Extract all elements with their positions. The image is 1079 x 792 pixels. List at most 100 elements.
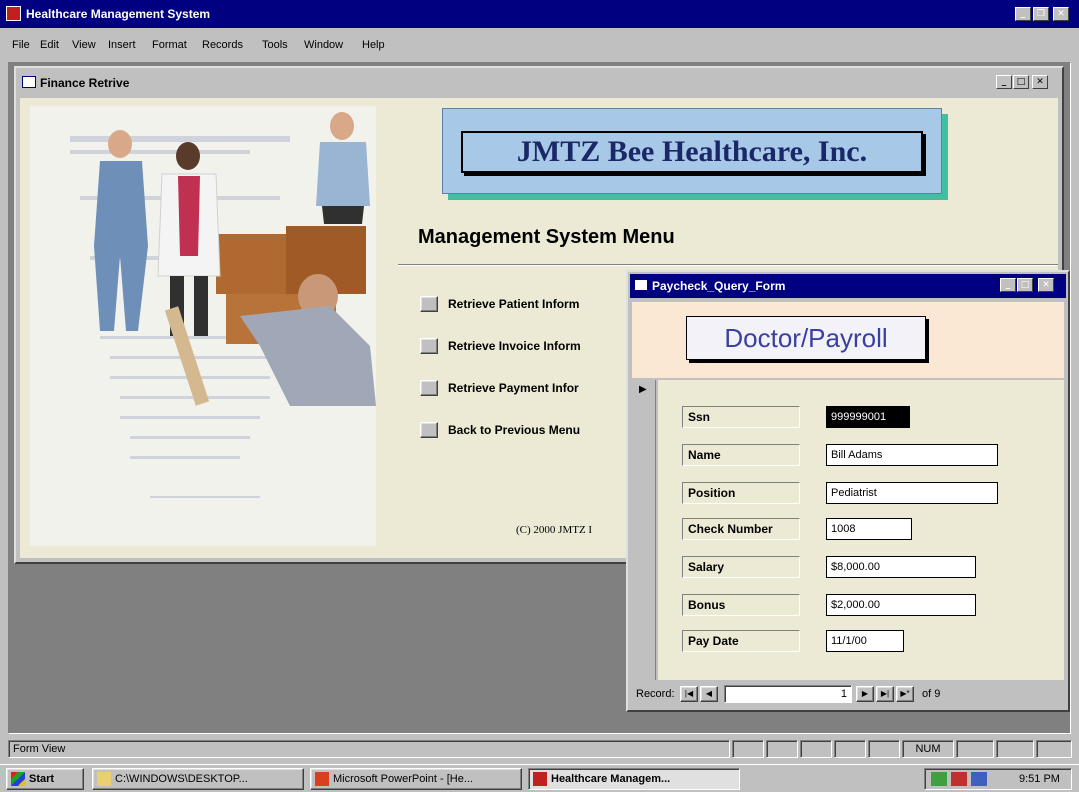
close-icon[interactable]: ✕	[1032, 75, 1048, 89]
retrieve-invoice-button[interactable]	[420, 338, 438, 354]
start-label: Start	[29, 773, 55, 785]
menu-tools[interactable]: Tools	[262, 39, 288, 51]
form-icon	[22, 76, 36, 88]
salary-label: Salary	[682, 556, 800, 578]
restore-icon[interactable]: ❐	[1033, 7, 1049, 21]
minimize-icon[interactable]: _	[1015, 7, 1031, 21]
finance-window-title-bar[interactable]: Finance Retrive _ □ ✕	[18, 70, 1060, 96]
maximize-icon[interactable]: □	[1013, 75, 1029, 89]
app-title: Healthcare Management System	[26, 7, 211, 21]
copyright-text: (C) 2000 JMTZ I	[516, 524, 593, 536]
ssn-label: Ssn	[682, 406, 800, 428]
status-cell	[868, 740, 900, 758]
ssn-field[interactable]: 999999001	[826, 406, 910, 428]
current-record-arrow-icon: ▶	[639, 384, 647, 395]
record-selector[interactable]: ▶	[632, 380, 656, 680]
minimize-icon[interactable]: _	[1000, 278, 1016, 292]
network-icon[interactable]	[931, 772, 947, 786]
check-number-label: Check Number	[682, 518, 800, 540]
taskbar-healthcare-button[interactable]: Healthcare Managem...	[528, 768, 740, 790]
check-number-field[interactable]: 1008	[826, 518, 912, 540]
system-tray: 9:51 PM	[924, 768, 1072, 790]
status-cell	[834, 740, 866, 758]
status-text: Form View	[8, 740, 730, 758]
pay-date-label: Pay Date	[682, 630, 800, 652]
form-header-title: Doctor/Payroll	[686, 316, 926, 360]
status-cell	[956, 740, 994, 758]
menu-edit[interactable]: Edit	[40, 39, 59, 51]
menu-records[interactable]: Records	[202, 39, 243, 51]
paycheck-window-title-bar[interactable]: Paycheck_Query_Form _ □ ✕	[630, 274, 1066, 298]
salary-field[interactable]: $8,000.00	[826, 556, 976, 578]
finance-window-title: Finance Retrive	[40, 76, 130, 90]
retrieve-patient-button[interactable]	[420, 296, 438, 312]
bonus-field[interactable]: $2,000.00	[826, 594, 976, 616]
windows-logo-icon	[11, 772, 25, 786]
name-label: Name	[682, 444, 800, 466]
back-to-previous-menu-label: Back to Previous Menu	[448, 423, 581, 437]
healthcare-staff-photo	[30, 106, 376, 546]
maximize-icon[interactable]: □	[1017, 278, 1033, 292]
menu-file[interactable]: File	[12, 39, 30, 51]
back-to-previous-menu-button[interactable]	[420, 422, 438, 438]
access-app-icon[interactable]	[6, 6, 21, 21]
taskbar-explorer-button[interactable]: C:\WINDOWS\DESKTOP...	[92, 768, 304, 790]
previous-record-icon[interactable]: ◀	[700, 686, 718, 702]
retrieve-payment-button[interactable]	[420, 380, 438, 396]
menu-insert[interactable]: Insert	[108, 39, 136, 51]
position-field[interactable]: Pediatrist	[826, 482, 998, 504]
num-lock-indicator: NUM	[902, 740, 954, 758]
new-record-icon[interactable]: ▶*	[896, 686, 914, 702]
tray-app-icon[interactable]	[951, 772, 967, 786]
menu-help[interactable]: Help	[362, 39, 385, 51]
status-cell	[1036, 740, 1072, 758]
access-icon	[533, 772, 547, 786]
app-title-bar[interactable]: Healthcare Management System _ ❐ ✕	[0, 0, 1079, 28]
status-bar: Form View NUM	[0, 736, 1079, 762]
divider	[398, 264, 1058, 266]
status-cell	[996, 740, 1034, 758]
paycheck-window-title: Paycheck_Query_Form	[652, 279, 786, 293]
position-label: Position	[682, 482, 800, 504]
taskbar-healthcare-label: Healthcare Managem...	[551, 773, 671, 785]
retrieve-patient-label: Retrieve Patient Inform	[448, 297, 580, 311]
folder-icon	[97, 772, 111, 786]
record-number-input[interactable]: 1	[724, 685, 852, 703]
form-icon	[634, 279, 648, 291]
start-button[interactable]: Start	[6, 768, 84, 790]
taskbar-explorer-label: C:\WINDOWS\DESKTOP...	[115, 773, 248, 785]
taskbar: Start C:\WINDOWS\DESKTOP... Microsoft Po…	[0, 764, 1079, 792]
paycheck-window: Paycheck_Query_Form _ □ ✕ Doctor/Payroll…	[626, 270, 1070, 712]
last-record-icon[interactable]: ▶|	[876, 686, 894, 702]
clock[interactable]: 9:51 PM	[1019, 769, 1060, 789]
record-label: Record:	[636, 688, 675, 700]
powerpoint-icon	[315, 772, 329, 786]
menu-bar: File Edit View Insert Format Records Too…	[0, 32, 1079, 60]
form-header: Doctor/Payroll	[632, 302, 1064, 378]
next-record-icon[interactable]: ▶	[856, 686, 874, 702]
taskbar-powerpoint-button[interactable]: Microsoft PowerPoint - [He...	[310, 768, 522, 790]
menu-heading: Management System Menu	[418, 226, 675, 248]
close-icon[interactable]: ✕	[1053, 7, 1069, 21]
first-record-icon[interactable]: |◀	[680, 686, 698, 702]
bonus-label: Bonus	[682, 594, 800, 616]
brand-name: JMTZ Bee Healthcare, Inc.	[461, 131, 923, 173]
name-field[interactable]: Bill Adams	[826, 444, 998, 466]
menu-view[interactable]: View	[72, 39, 96, 51]
record-count: of 9	[922, 688, 941, 700]
status-cell	[800, 740, 832, 758]
pay-date-field[interactable]: 11/1/00	[826, 630, 904, 652]
menu-format[interactable]: Format	[152, 39, 187, 51]
close-icon[interactable]: ✕	[1038, 278, 1054, 292]
menu-window[interactable]: Window	[304, 39, 343, 51]
retrieve-payment-label: Retrieve Payment Infor	[448, 381, 579, 395]
form-detail: Ssn 999999001 Name Bill Adams Position P…	[658, 380, 1064, 680]
retrieve-invoice-label: Retrieve Invoice Inform	[448, 339, 581, 353]
status-cell	[766, 740, 798, 758]
taskbar-powerpoint-label: Microsoft PowerPoint - [He...	[333, 773, 473, 785]
status-cell	[732, 740, 764, 758]
tray-people-icon[interactable]	[971, 772, 987, 786]
minimize-icon[interactable]: _	[996, 75, 1012, 89]
brand-banner: JMTZ Bee Healthcare, Inc.	[442, 108, 942, 194]
record-navigation-bar: Record: |◀ ◀ 1 ▶ ▶| ▶* of 9	[632, 682, 1064, 706]
